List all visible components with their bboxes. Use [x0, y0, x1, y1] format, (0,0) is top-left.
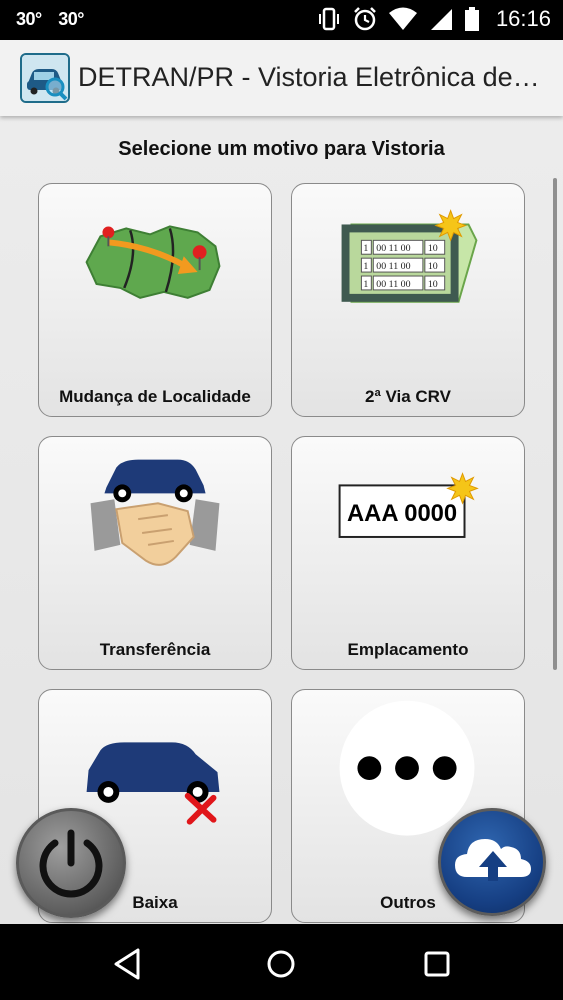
card-emplacamento[interactable]: AAA 0000 Emplacamento: [291, 436, 525, 670]
card-label: 2ª Via CRV: [365, 387, 451, 406]
app-bar: DETRAN/PR - Vistoria Eletrônica de…: [0, 40, 563, 116]
status-icons: 16:16: [316, 6, 551, 32]
crv-cell: 10: [428, 261, 438, 272]
battery-icon: [464, 7, 479, 31]
card-label: Transferência: [99, 640, 211, 659]
card-transferencia[interactable]: Transferência: [38, 436, 272, 670]
power-icon: [39, 829, 103, 898]
vibrate-icon: [318, 7, 339, 31]
clock: 16:16: [495, 6, 551, 31]
status-bar: 30° 30° 16:16: [0, 0, 563, 40]
main-content[interactable]: Selecione um motivo para Vistoria Mudanç…: [0, 116, 563, 924]
temperature-indicator-2: 30°: [58, 9, 84, 29]
scrollbar[interactable]: [553, 178, 557, 670]
crv-cell: 00 11 00: [376, 261, 410, 272]
upload-button[interactable]: [438, 808, 546, 916]
back-icon[interactable]: [108, 944, 148, 984]
crv-cell: 1: [363, 279, 368, 290]
app-title: DETRAN/PR - Vistoria Eletrônica de…: [78, 62, 540, 92]
crv-cell: 1: [363, 243, 368, 254]
map-relocation-icon: [85, 225, 221, 299]
power-button[interactable]: [16, 808, 126, 918]
home-icon[interactable]: [261, 944, 301, 984]
card-label: Mudança de Localidade: [59, 387, 251, 406]
status-indicators: 30° 30°: [16, 9, 96, 30]
handshake-car-icon: [90, 459, 220, 566]
temperature-indicator-1: 30°: [16, 9, 42, 29]
crv-cell: 10: [428, 279, 438, 290]
alarm-icon: [354, 7, 376, 31]
new-star-icon: [446, 472, 479, 505]
license-plate-icon: AAA 0000: [338, 472, 479, 538]
wifi-icon: [388, 7, 417, 30]
crv-cell: 1: [363, 261, 368, 272]
page-heading: Selecione um motivo para Vistoria: [118, 138, 445, 160]
crv-cell: 10: [428, 243, 438, 254]
crv-cell: 00 11 00: [376, 243, 410, 254]
crv-document-icon: 1 00 11 00 10 1 00 11 00 10 1 00 11 00 1…: [341, 209, 478, 303]
new-star-icon: [434, 209, 467, 242]
card-mudanca-localidade[interactable]: Mudança de Localidade: [38, 183, 272, 417]
card-segunda-via-crv[interactable]: 1 00 11 00 10 1 00 11 00 10 1 00 11 00 1…: [291, 183, 525, 417]
car-magnifier-logo-icon: [20, 53, 70, 103]
navigation-bar: [0, 924, 563, 1000]
signal-icon: [430, 9, 452, 30]
recents-icon[interactable]: [417, 944, 457, 984]
card-label: Emplacamento: [347, 640, 469, 659]
crv-cell: 00 11 00: [376, 279, 410, 290]
plate-text: AAA 0000: [347, 500, 457, 527]
cloud-upload-icon: [455, 839, 531, 881]
